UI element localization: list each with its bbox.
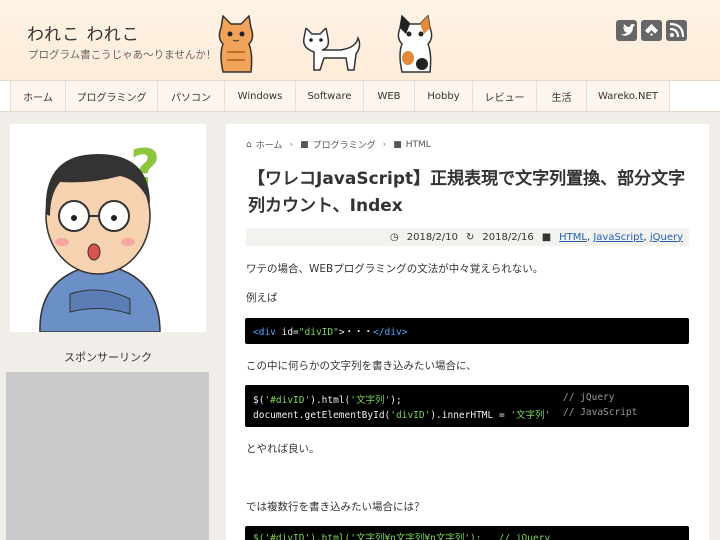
nav-item-home[interactable]: ホーム xyxy=(10,81,65,111)
ad-placeholder[interactable] xyxy=(6,372,209,540)
twitter-icon[interactable] xyxy=(616,20,637,41)
code-block[interactable]: $('#divID').html('文字列¥n文字列¥n文字列'); // jQ… xyxy=(245,526,689,540)
sidebar: ? スポンサーリンク xyxy=(0,112,216,540)
paragraph: この中に何らかの文字列を書き込みたい場合に、 xyxy=(246,360,477,372)
site-title[interactable]: われこ われこ xyxy=(27,20,140,45)
paragraph: では複数行を書き込みたい場合には？ xyxy=(246,501,425,513)
nav-item-hobby[interactable]: Hobby xyxy=(414,81,472,111)
white-cat-illustration xyxy=(302,28,361,71)
category-link-jquery[interactable]: jQuery xyxy=(650,232,683,243)
feedly-icon[interactable] xyxy=(641,20,662,41)
paragraph: とやれば良い。 xyxy=(246,443,320,455)
site-description: プログラム書こうじゃあ～りませんか！ xyxy=(28,49,217,61)
calico-cat-illustration xyxy=(397,14,433,73)
breadcrumb-separator: › xyxy=(382,139,387,150)
nav-item-wareko-net[interactable]: Wareko.NET xyxy=(586,81,670,111)
post-title: 【ワレコJavaScript】正規表現で文字列置換、部分文字列カウント、Inde… xyxy=(248,169,686,216)
paragraph: ワテの場合、WEBプログラミングの文法が中々覚えられない。 xyxy=(246,263,544,275)
category-link-javascript[interactable]: JavaScript xyxy=(593,232,643,243)
global-nav: ホーム プログラミング パソコン Windows Software WEB Ho… xyxy=(0,80,720,112)
category-link-html[interactable]: HTML xyxy=(559,232,587,243)
code-block[interactable]: $('#divID').html('文字列'); // jQuery docum… xyxy=(245,385,689,427)
nav-item-life[interactable]: 生活 xyxy=(536,81,586,111)
post-meta: ◷ 2018/2/10 ↻ 2018/2/16 ■ HTML, JavaScri… xyxy=(246,228,689,246)
updated-date: 2018/2/16 xyxy=(482,231,534,243)
published-date: 2018/2/10 xyxy=(406,231,459,243)
breadcrumb-home[interactable]: ホーム xyxy=(256,138,283,151)
breadcrumb-programming[interactable]: プログラミング xyxy=(313,138,376,151)
site-header: われこ われこ プログラム書こうじゃあ～りませんか！ xyxy=(0,0,720,80)
folder-icon: ■ xyxy=(300,139,309,150)
paragraph: 例えば xyxy=(246,292,278,304)
breadcrumb: ⌂ ホーム › ■ プログラミング › ■ HTML xyxy=(246,138,431,152)
main-article: ⌂ ホーム › ■ プログラミング › ■ HTML 【ワレコJavaScrip… xyxy=(226,124,709,540)
nav-item-pc[interactable]: パソコン xyxy=(157,81,224,111)
profile-image: ? xyxy=(10,124,206,333)
nav-item-review[interactable]: レビュー xyxy=(472,81,536,111)
clock-icon: ◷ xyxy=(390,231,399,243)
breadcrumb-separator: › xyxy=(289,139,294,150)
rss-icon[interactable] xyxy=(666,20,687,41)
code-block[interactable]: <div id="divID">・・・</div> xyxy=(245,318,689,344)
folder-icon: ■ xyxy=(541,231,552,243)
orange-cat-illustration xyxy=(218,14,254,73)
sponsor-label: スポンサーリンク xyxy=(64,351,152,364)
breadcrumb-html[interactable]: HTML xyxy=(406,140,431,150)
home-icon: ⌂ xyxy=(246,139,252,150)
nav-item-windows[interactable]: Windows xyxy=(224,81,295,111)
folder-icon: ■ xyxy=(393,139,402,150)
nav-item-programming[interactable]: プログラミング xyxy=(65,81,157,111)
nav-item-web[interactable]: WEB xyxy=(363,81,414,111)
nav-item-software[interactable]: Software xyxy=(295,81,363,111)
update-icon: ↻ xyxy=(466,231,475,243)
